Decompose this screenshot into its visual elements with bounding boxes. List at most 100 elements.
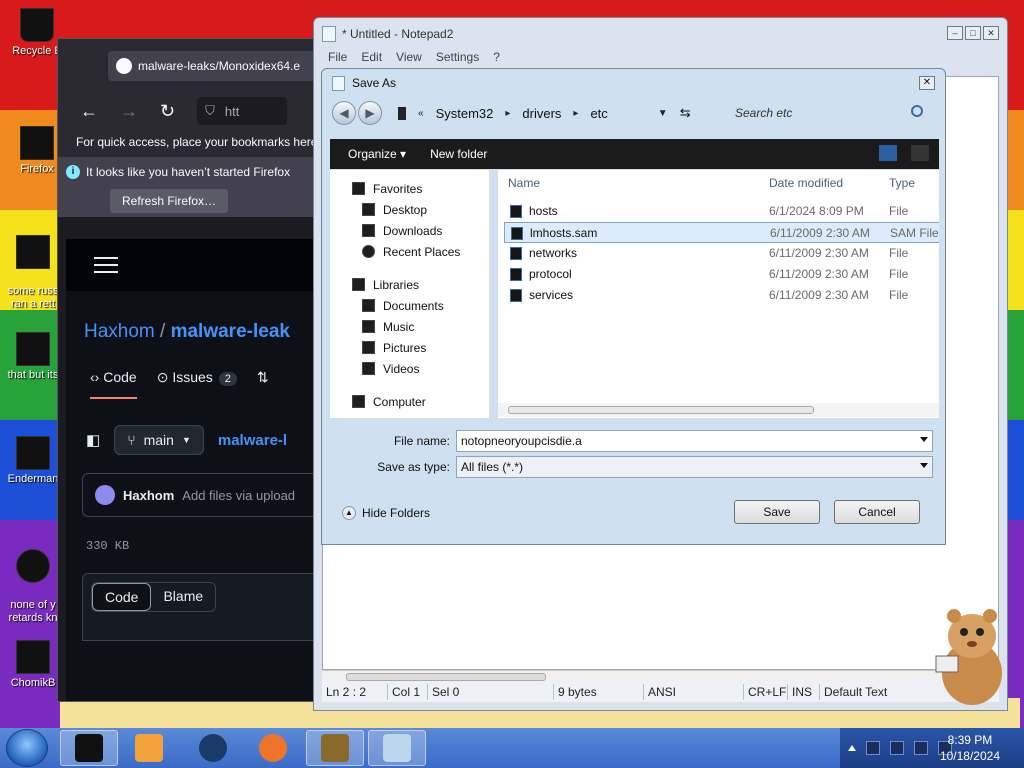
status-encoding[interactable]: ANSI bbox=[644, 684, 744, 700]
close-icon[interactable]: ✕ bbox=[919, 76, 935, 90]
reload-icon[interactable]: ↻ bbox=[160, 101, 175, 122]
file-path-link[interactable]: malware-l bbox=[218, 432, 287, 449]
back-icon[interactable]: ← bbox=[80, 101, 98, 122]
status-line-endings[interactable]: CR+LF bbox=[744, 684, 788, 700]
nav-computer[interactable]: Computer bbox=[352, 391, 489, 412]
taskbar-item-chomikbox[interactable] bbox=[306, 730, 364, 766]
network-icon[interactable] bbox=[914, 741, 928, 755]
organize-button[interactable]: Organize ▾ bbox=[330, 147, 416, 161]
status-scheme[interactable]: Default Text bbox=[820, 684, 893, 700]
refresh-icon[interactable]: ⇆ bbox=[680, 105, 691, 121]
close-button[interactable]: ✕ bbox=[983, 26, 999, 40]
column-name[interactable]: Name bbox=[508, 176, 540, 190]
nav-pictures[interactable]: Pictures bbox=[362, 337, 489, 358]
menu-edit[interactable]: Edit bbox=[361, 50, 382, 70]
nav-music[interactable]: Music bbox=[362, 316, 489, 337]
hide-folders-toggle[interactable]: ▲ Hide Folders bbox=[342, 506, 430, 520]
file-row-networks[interactable]: networks 6/11/2009 2:30 AM File bbox=[504, 243, 939, 264]
clock-time: 8:39 PM bbox=[947, 733, 993, 747]
taskbar-item-notepad2[interactable] bbox=[368, 730, 426, 766]
breadcrumb[interactable]: « System32 ▸ drivers ▸ etc ▼ ⇆ bbox=[398, 105, 691, 121]
avatar[interactable] bbox=[95, 485, 115, 505]
firefox-window[interactable]: malware-leaks/Monoxidex64.e ← → ↻ ⛉ htt … bbox=[57, 38, 319, 702]
breadcrumb-overflow-icon[interactable]: « bbox=[418, 108, 424, 119]
breadcrumb-arrow-icon[interactable]: ▸ bbox=[505, 108, 510, 119]
info-icon: i bbox=[66, 165, 80, 179]
taskbar-item-1[interactable] bbox=[60, 730, 118, 766]
nav-libraries[interactable]: Libraries bbox=[352, 274, 489, 295]
tab-code[interactable]: ‹› Code bbox=[90, 369, 137, 399]
save-as-type-select[interactable]: All files (*.*) bbox=[456, 456, 933, 478]
back-icon[interactable]: ◀ bbox=[332, 101, 356, 125]
repo-name-link[interactable]: malware-leak bbox=[171, 321, 290, 342]
scrollbar-thumb[interactable] bbox=[508, 406, 814, 414]
minimize-button[interactable]: – bbox=[947, 26, 963, 40]
file-row-services[interactable]: services 6/11/2009 2:30 AM File bbox=[504, 285, 939, 306]
search-icon[interactable] bbox=[911, 105, 923, 117]
file-name-input[interactable]: notopneoryoupcisdie.a bbox=[456, 430, 933, 452]
view-options-icon[interactable] bbox=[879, 145, 897, 161]
forward-icon[interactable]: → bbox=[120, 101, 138, 122]
nav-favorites[interactable]: Favorites bbox=[352, 178, 489, 199]
show-hidden-icons-icon[interactable] bbox=[848, 745, 856, 751]
nav-group-computer: Computer bbox=[330, 379, 489, 412]
start-button[interactable] bbox=[6, 729, 48, 767]
chevron-down-icon[interactable] bbox=[920, 463, 928, 468]
code-view-button[interactable]: Code bbox=[92, 583, 152, 611]
url-bar[interactable]: ⛉ htt bbox=[197, 97, 288, 125]
cancel-button[interactable]: Cancel bbox=[834, 500, 920, 524]
commit-message[interactable]: Add files via upload bbox=[182, 488, 295, 503]
menu-file[interactable]: File bbox=[328, 50, 347, 70]
nav-desktop[interactable]: Desktop bbox=[362, 199, 489, 220]
menu-icon[interactable] bbox=[94, 257, 118, 273]
dialog-title-bar[interactable]: Save As ✕ bbox=[322, 69, 945, 97]
file-list[interactable]: Name Date modified Type hosts 6/1/2024 8… bbox=[498, 170, 939, 418]
tray-icon-2[interactable] bbox=[890, 741, 904, 755]
file-row-hosts[interactable]: hosts 6/1/2024 8:09 PM File bbox=[504, 201, 939, 222]
horizontal-scrollbar[interactable] bbox=[498, 403, 939, 417]
repo-owner-link[interactable]: Haxhom bbox=[84, 321, 155, 342]
clock[interactable]: 8:39 PM 10/18/2024 bbox=[940, 732, 1000, 764]
taskbar: 8:39 PM 10/18/2024 bbox=[0, 728, 1024, 768]
column-type[interactable]: Type bbox=[889, 176, 915, 190]
save-button[interactable]: Save bbox=[734, 500, 820, 524]
breadcrumb-drivers[interactable]: drivers bbox=[522, 106, 561, 121]
browser-tab[interactable]: malware-leaks/Monoxidex64.e bbox=[108, 51, 318, 81]
search-input[interactable]: Search etc bbox=[727, 101, 927, 125]
branch-selector[interactable]: ⑂ main ▼ bbox=[114, 425, 204, 455]
tab-issues[interactable]: ⊙ Issues 2 bbox=[157, 369, 237, 399]
nav-documents[interactable]: Documents bbox=[362, 295, 489, 316]
forward-icon[interactable]: ▶ bbox=[358, 101, 382, 125]
menu-help[interactable]: ? bbox=[493, 50, 500, 70]
file-row-protocol[interactable]: protocol 6/11/2009 2:30 AM File bbox=[504, 264, 939, 285]
taskbar-item-firefox[interactable] bbox=[244, 730, 302, 766]
taskbar-item-media[interactable] bbox=[120, 730, 178, 766]
breadcrumb-etc[interactable]: etc bbox=[590, 106, 607, 121]
breadcrumb-system32[interactable]: System32 bbox=[436, 106, 494, 121]
notepad-title-bar[interactable]: * Untitled - Notepad2 – □ ✕ bbox=[314, 18, 1007, 50]
breadcrumb-arrow-icon[interactable]: ▸ bbox=[573, 108, 578, 119]
save-as-dialog[interactable]: Save As ✕ ◀ ▶ « System32 ▸ drivers ▸ etc… bbox=[321, 68, 946, 545]
notepad-title: * Untitled - Notepad2 bbox=[342, 27, 454, 41]
tray-icon-1[interactable] bbox=[866, 741, 880, 755]
blame-view-button[interactable]: Blame bbox=[151, 583, 215, 611]
taskbar-item-globe[interactable] bbox=[184, 730, 242, 766]
chevron-down-icon[interactable]: ▼ bbox=[658, 108, 668, 119]
preview-pane-icon[interactable] bbox=[911, 145, 929, 161]
maximize-button[interactable]: □ bbox=[965, 26, 981, 40]
commit-author[interactable]: Haxhom bbox=[123, 488, 174, 503]
pull-requests-icon[interactable]: ⇅ bbox=[257, 369, 269, 399]
nav-recent-places[interactable]: Recent Places bbox=[362, 241, 489, 262]
new-folder-button[interactable]: New folder bbox=[416, 147, 497, 161]
sidebar-toggle-icon[interactable]: ◧ bbox=[86, 431, 100, 449]
refresh-firefox-button[interactable]: Refresh Firefox… bbox=[110, 189, 229, 213]
file-row-lmhosts-sam[interactable]: lmhosts.sam 6/11/2009 2:30 AM SAM File bbox=[504, 222, 939, 243]
nav-downloads[interactable]: Downloads bbox=[362, 220, 489, 241]
horizontal-scrollbar[interactable] bbox=[322, 670, 999, 682]
column-date-modified[interactable]: Date modified bbox=[769, 176, 843, 190]
nav-videos[interactable]: Videos bbox=[362, 358, 489, 379]
menu-settings[interactable]: Settings bbox=[436, 50, 479, 70]
chevron-down-icon[interactable] bbox=[920, 437, 928, 442]
scrollbar-thumb[interactable] bbox=[346, 673, 546, 681]
menu-view[interactable]: View bbox=[396, 50, 422, 70]
